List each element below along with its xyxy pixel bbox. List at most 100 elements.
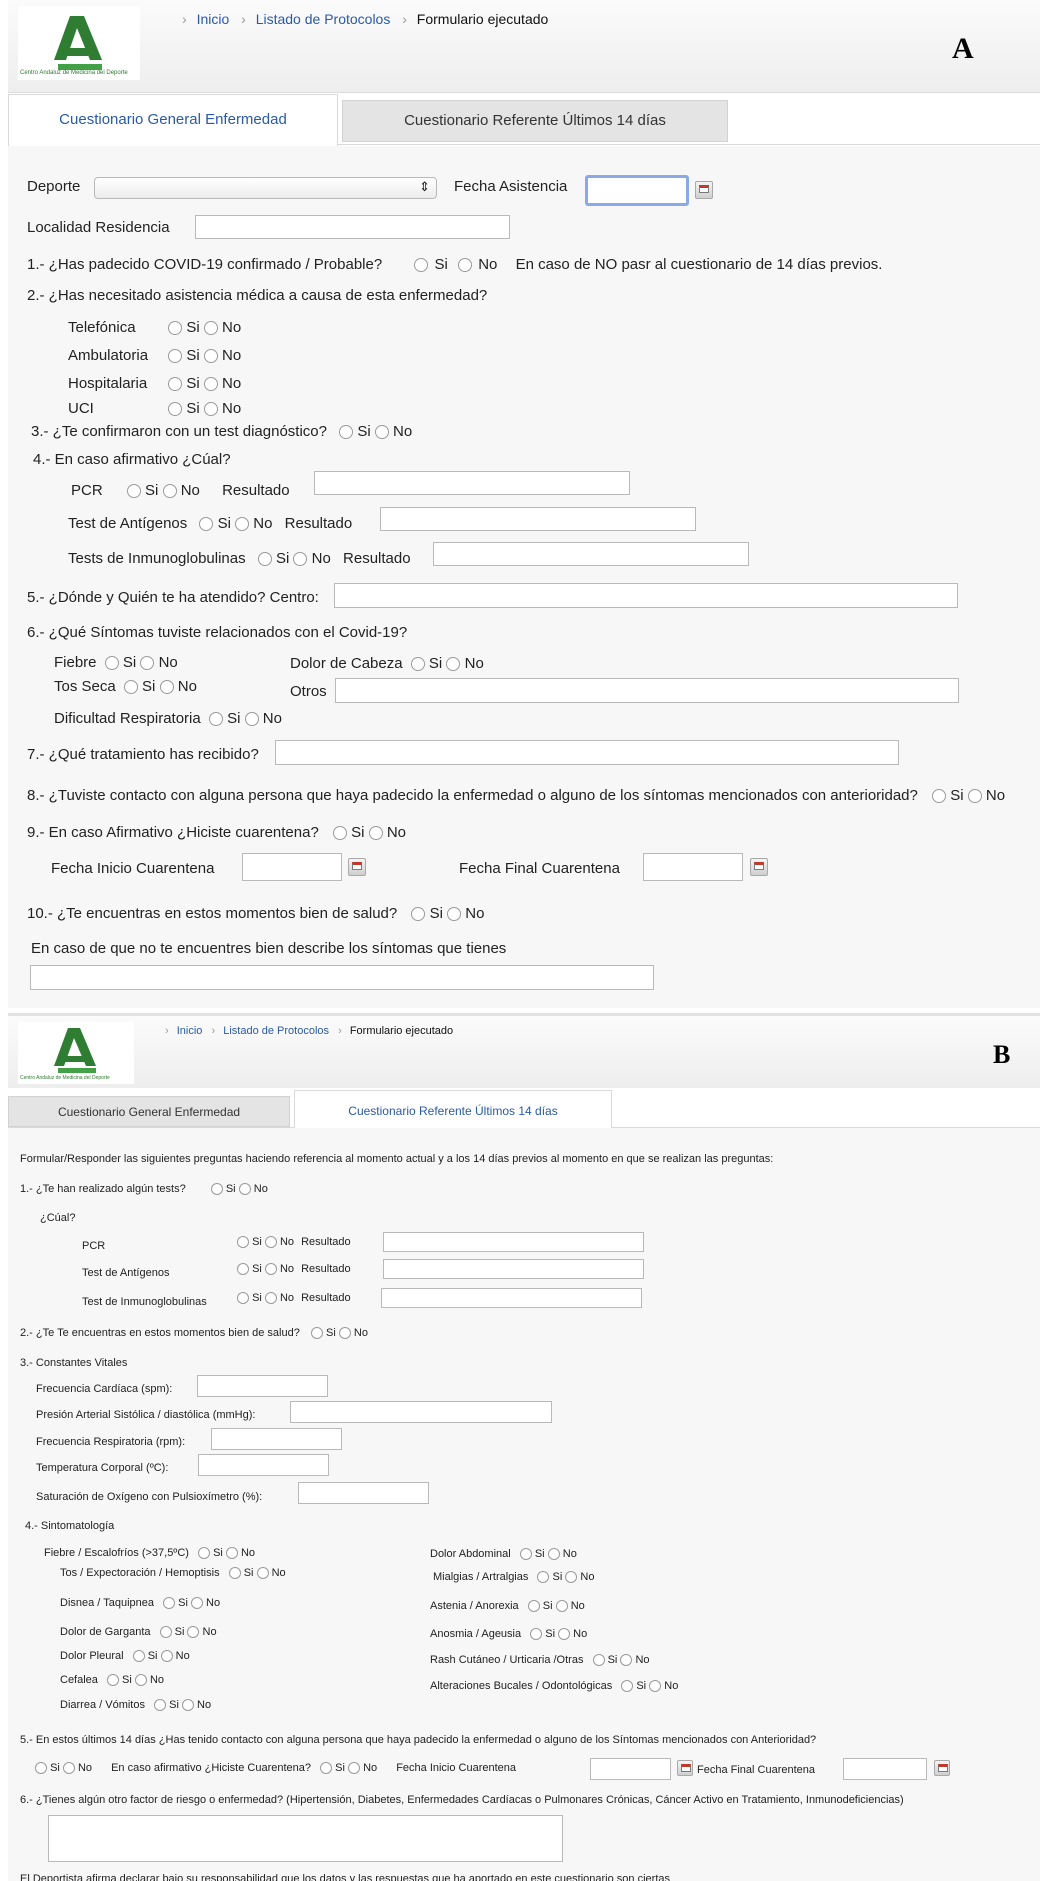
q2-b-no-radio[interactable] xyxy=(338,1327,351,1340)
fecha-inicio-input-b[interactable] xyxy=(590,1758,671,1780)
calendar-icon[interactable] xyxy=(677,1760,693,1776)
q2-telefonica-si-radio[interactable] xyxy=(168,321,183,336)
q6-fiebre-si-radio[interactable] xyxy=(104,656,119,671)
vital-temp-input[interactable] xyxy=(198,1454,329,1476)
q3-a-si-radio[interactable] xyxy=(339,425,354,440)
symptom-no-radio[interactable] xyxy=(160,1650,173,1663)
symptom-no-radio[interactable] xyxy=(565,1571,578,1584)
q7-tratamiento-input[interactable] xyxy=(275,740,899,765)
deporte-select[interactable]: ⇕ xyxy=(94,177,437,199)
q4-pcr-si-radio[interactable] xyxy=(126,484,141,499)
q6-b-textarea[interactable] xyxy=(48,1815,563,1862)
q9-a-si-radio[interactable] xyxy=(332,826,347,841)
localidad-input[interactable] xyxy=(195,215,510,239)
q2-hospitalaria-no-radio[interactable] xyxy=(203,377,218,392)
symptom-no-radio[interactable] xyxy=(225,1547,238,1560)
q2-b-si-radio[interactable] xyxy=(310,1327,323,1340)
symptom-si-radio[interactable] xyxy=(621,1680,634,1693)
symptom-si-radio[interactable] xyxy=(198,1547,210,1560)
symptom-si-radio[interactable] xyxy=(159,1626,172,1639)
q1-a-si-radio[interactable] xyxy=(414,258,429,273)
symptom-no-radio[interactable] xyxy=(187,1626,200,1639)
q6-dificultad-no-radio[interactable] xyxy=(244,712,259,727)
vital-fc-input[interactable] xyxy=(197,1375,328,1397)
calendar-icon[interactable] xyxy=(348,858,366,876)
q4-inmuno-si-radio[interactable] xyxy=(257,552,272,567)
q6-tos-no-radio[interactable] xyxy=(159,680,174,695)
breadcrumb-inicio-a[interactable]: Inicio xyxy=(197,11,230,27)
breadcrumb-protocolos-b[interactable]: Listado de Protocolos xyxy=(223,1025,329,1037)
q1b-inmuno-resultado-input[interactable] xyxy=(381,1288,642,1308)
symptom-si-radio[interactable] xyxy=(106,1674,119,1687)
q3-a-no-radio[interactable] xyxy=(374,425,389,440)
calendar-icon[interactable] xyxy=(695,181,713,199)
symptom-no-radio[interactable] xyxy=(547,1548,560,1561)
q1b-antigenos-no-radio[interactable] xyxy=(264,1263,277,1276)
q2-hospitalaria-si-radio[interactable] xyxy=(168,377,183,392)
symptom-si-radio[interactable] xyxy=(519,1548,532,1561)
calendar-icon[interactable] xyxy=(934,1760,950,1776)
tab-14dias-a[interactable]: Cuestionario Referente Últimos 14 días xyxy=(342,100,728,142)
symptom-no-radio[interactable] xyxy=(555,1600,568,1613)
fecha-asistencia-input[interactable] xyxy=(585,175,689,206)
symptom-no-radio[interactable] xyxy=(620,1654,633,1667)
q6-fiebre-no-radio[interactable] xyxy=(140,656,155,671)
breadcrumb-inicio-b[interactable]: Inicio xyxy=(177,1025,203,1037)
symptom-no-radio[interactable] xyxy=(558,1628,571,1641)
symptom-no-radio[interactable] xyxy=(256,1567,269,1580)
symptom-no-radio[interactable] xyxy=(190,1597,203,1610)
fecha-final-input-a[interactable] xyxy=(643,853,743,881)
q1b-inmuno-no-radio[interactable] xyxy=(264,1292,277,1305)
q1b-antigenos-si-radio[interactable] xyxy=(237,1263,249,1276)
symptom-si-radio[interactable] xyxy=(592,1654,605,1667)
q1b-pcr-si-radio[interactable] xyxy=(237,1236,249,1249)
q6-dolor-no-radio[interactable] xyxy=(446,657,461,672)
q6-dolor-si-radio[interactable] xyxy=(410,657,425,672)
q5-cuarentena-si-radio[interactable] xyxy=(320,1762,333,1775)
calendar-icon[interactable] xyxy=(750,858,768,876)
q1-a-no-radio[interactable] xyxy=(458,258,473,273)
breadcrumb-protocolos-a[interactable]: Listado de Protocolos xyxy=(256,11,391,27)
q2-uci-si-radio[interactable] xyxy=(168,402,183,417)
q4-inmuno-resultado-input[interactable] xyxy=(433,542,749,566)
q4-antigenos-resultado-input[interactable] xyxy=(380,507,696,531)
q1b-antigenos-resultado-input[interactable] xyxy=(383,1259,644,1279)
symptom-si-radio[interactable] xyxy=(537,1571,550,1584)
q1b-pcr-no-radio[interactable] xyxy=(264,1236,277,1249)
q4-pcr-resultado-input[interactable] xyxy=(314,471,630,495)
symptom-si-radio[interactable] xyxy=(132,1650,145,1663)
symptom-si-radio[interactable] xyxy=(530,1628,543,1641)
q2-telefonica-no-radio[interactable] xyxy=(203,321,218,336)
symptom-si-radio[interactable] xyxy=(228,1567,241,1580)
q9-a-no-radio[interactable] xyxy=(368,826,383,841)
symptom-si-radio[interactable] xyxy=(527,1600,540,1613)
q5-b-no-radio[interactable] xyxy=(62,1762,75,1775)
q4-antigenos-si-radio[interactable] xyxy=(199,517,214,532)
symptom-no-radio[interactable] xyxy=(181,1699,194,1712)
symptom-no-radio[interactable] xyxy=(649,1680,662,1693)
q5-centro-input[interactable] xyxy=(334,583,958,608)
q10-sintomas-input[interactable] xyxy=(30,965,654,990)
q6-otros-input[interactable] xyxy=(335,678,959,703)
q10-a-si-radio[interactable] xyxy=(411,907,426,922)
tab-general-b[interactable]: Cuestionario General Enfermedad xyxy=(8,1096,290,1127)
q1b-inmuno-si-radio[interactable] xyxy=(237,1292,249,1305)
q8-a-no-radio[interactable] xyxy=(967,789,982,804)
q1-b-si-radio[interactable] xyxy=(210,1183,223,1196)
q2-ambulatoria-si-radio[interactable] xyxy=(168,349,183,364)
q2-uci-no-radio[interactable] xyxy=(203,402,218,417)
symptom-si-radio[interactable] xyxy=(154,1699,167,1712)
q6-tos-si-radio[interactable] xyxy=(123,680,138,695)
q4-pcr-no-radio[interactable] xyxy=(162,484,177,499)
q8-a-si-radio[interactable] xyxy=(932,789,947,804)
symptom-no-radio[interactable] xyxy=(134,1674,147,1687)
q4-inmuno-no-radio[interactable] xyxy=(293,552,308,567)
fecha-inicio-input-a[interactable] xyxy=(242,853,342,881)
q6-dificultad-si-radio[interactable] xyxy=(208,712,223,727)
fecha-final-input-b[interactable] xyxy=(843,1758,927,1780)
vital-spo2-input[interactable] xyxy=(298,1482,429,1504)
tab-general-a[interactable]: Cuestionario General Enfermedad xyxy=(8,94,338,146)
vital-pa-input[interactable] xyxy=(290,1401,552,1423)
q1b-pcr-resultado-input[interactable] xyxy=(383,1232,644,1252)
symptom-si-radio[interactable] xyxy=(163,1597,176,1610)
